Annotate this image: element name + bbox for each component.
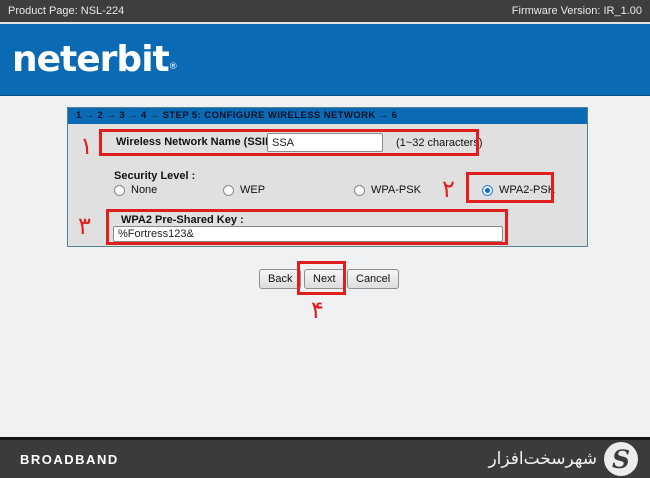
psk-label: WPA2 Pre-Shared Key : xyxy=(121,214,244,226)
annotation-number-4: ۴ xyxy=(311,298,324,322)
ssid-input[interactable] xyxy=(267,133,383,152)
router-setup-screen: Product Page: NSL-224 Firmware Version: … xyxy=(0,0,650,478)
radio-label-wep: WEP xyxy=(240,184,265,196)
wizard-panel: 1 → 2 → 3 → 4 → STEP 5: CONFIGURE WIRELE… xyxy=(67,107,588,247)
brand-logo: neterbit® xyxy=(12,39,178,80)
radio-label-none: None xyxy=(131,184,157,196)
psk-input[interactable] xyxy=(113,226,503,242)
ssid-label: Wireless Network Name (SSID) : xyxy=(116,136,283,148)
ssid-hint: (1~32 characters) xyxy=(396,137,483,149)
top-info-bar: Product Page: NSL-224 Firmware Version: … xyxy=(0,0,650,22)
footer-bar: BROADBAND شهرسخت‌افزار S xyxy=(0,437,650,478)
security-level-label: Security Level : xyxy=(114,170,195,182)
brand-logo-text: neterbit xyxy=(12,39,169,80)
radio-option-wpa2-psk[interactable]: WPA2-PSK xyxy=(482,184,555,196)
radio-option-wep[interactable]: WEP xyxy=(223,184,265,196)
radio-option-wpa-psk[interactable]: WPA-PSK xyxy=(354,184,421,196)
annotation-number-1: ۱ xyxy=(80,134,93,158)
annotation-number-2: ۲ xyxy=(442,177,455,201)
cancel-button[interactable]: Cancel xyxy=(347,269,399,289)
next-button[interactable]: Next xyxy=(304,269,345,289)
radio-button-selected-icon[interactable] xyxy=(482,185,493,196)
annotation-number-3: ۳ xyxy=(78,214,91,238)
radio-button-icon[interactable] xyxy=(223,185,234,196)
s-monogram-icon: S xyxy=(604,442,638,476)
back-button[interactable]: Back xyxy=(259,269,301,289)
broadband-label: BROADBAND xyxy=(20,452,119,467)
footer-logo: شهرسخت‌افزار S xyxy=(488,442,638,476)
registered-trademark-icon: ® xyxy=(169,62,178,72)
radio-button-icon[interactable] xyxy=(354,185,365,196)
product-page-label: Product Page: NSL-224 xyxy=(8,5,124,17)
radio-option-none[interactable]: None xyxy=(114,184,157,196)
firmware-version-label: Firmware Version: IR_1.00 xyxy=(512,5,642,17)
footer-logo-text: شهرسخت‌افزار xyxy=(488,449,597,469)
radio-button-icon[interactable] xyxy=(114,185,125,196)
brand-header: neterbit® xyxy=(0,24,650,96)
radio-label-wpa-psk: WPA-PSK xyxy=(371,184,421,196)
radio-label-wpa2-psk: WPA2-PSK xyxy=(499,184,555,196)
step-progress-bar: 1 → 2 → 3 → 4 → STEP 5: CONFIGURE WIRELE… xyxy=(68,108,587,124)
